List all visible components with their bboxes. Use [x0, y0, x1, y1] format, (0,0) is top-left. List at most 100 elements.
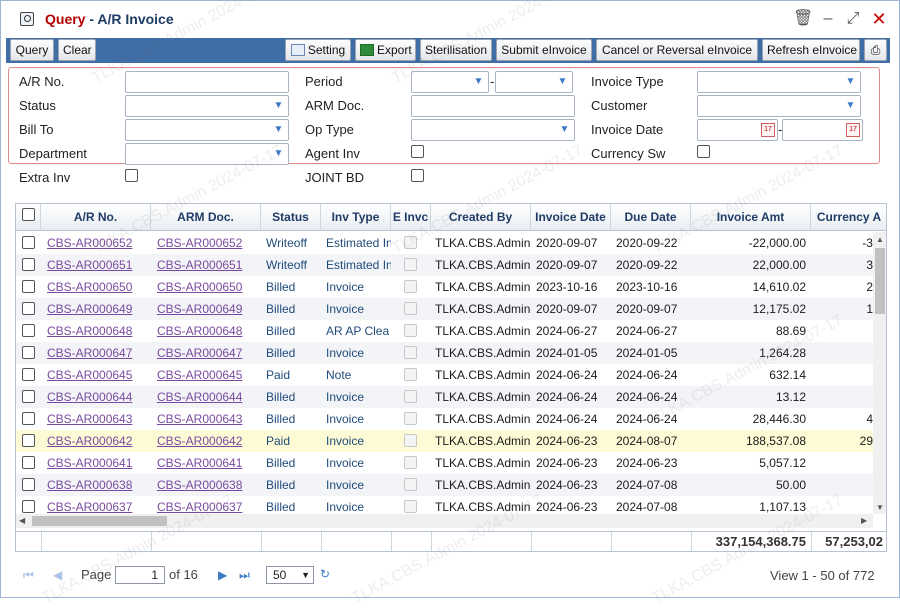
column-header-invoice-amt[interactable]: Invoice Amt — [691, 204, 811, 230]
ar-no-link[interactable]: CBS-AR000651 — [41, 254, 151, 276]
column-header-created-by[interactable]: Created By — [431, 204, 531, 230]
row-checkbox[interactable] — [22, 302, 35, 315]
print-button[interactable]: ⎙ — [864, 39, 887, 61]
op-type-select[interactable]: ▼ — [411, 119, 575, 141]
table-row[interactable]: CBS-AR000648 CBS-AR000648 Billed AR AP Clea… — [16, 320, 873, 342]
column-header-ar-no[interactable]: A/R No. — [41, 204, 151, 230]
arm-doc-link[interactable]: CBS-AR000642 — [151, 430, 261, 452]
last-page-icon[interactable]: ⏭ — [239, 568, 250, 583]
close-icon[interactable]: ✕ — [869, 9, 889, 29]
period-from-select[interactable]: ▼ — [411, 71, 489, 93]
cancel-reversal-einvoice-button[interactable]: Cancel or Reversal eInvoice — [596, 39, 758, 61]
row-checkbox[interactable] — [22, 434, 35, 447]
maximize-icon[interactable]: ⤢ — [843, 9, 863, 29]
first-page-icon[interactable]: ⏮ — [23, 568, 34, 583]
ar-no-link[interactable]: CBS-AR000650 — [41, 276, 151, 298]
period-to-select[interactable]: ▼ — [495, 71, 573, 93]
arm-doc-link[interactable]: CBS-AR000647 — [151, 342, 261, 364]
row-checkbox[interactable] — [22, 236, 35, 249]
row-checkbox[interactable] — [22, 324, 35, 337]
scroll-right-icon[interactable]: ▶ — [861, 516, 867, 525]
invoice-type-select[interactable]: ▼ — [697, 71, 861, 93]
row-checkbox[interactable] — [22, 478, 35, 491]
currency-sw-checkbox[interactable] — [697, 145, 710, 158]
column-header-status[interactable]: Status — [261, 204, 321, 230]
row-checkbox[interactable] — [22, 390, 35, 403]
scroll-down-icon[interactable]: ▼ — [876, 503, 884, 512]
setting-button[interactable]: Setting — [285, 39, 351, 61]
table-row[interactable]: CBS-AR000641 CBS-AR000641 Billed Invoice TLK… — [16, 452, 883, 474]
arm-doc-input[interactable] — [411, 95, 575, 117]
arm-doc-link[interactable]: CBS-AR000641 — [151, 452, 261, 474]
prev-page-icon[interactable]: ◀ — [53, 568, 62, 582]
extra-inv-checkbox[interactable] — [125, 169, 138, 182]
column-header-e-invc[interactable]: E Invc — [391, 204, 431, 230]
select-all-checkbox[interactable] — [22, 208, 35, 221]
table-row[interactable]: CBS-AR000643 CBS-AR000643 Billed Invoice TLK… — [16, 408, 883, 430]
table-row[interactable]: CBS-AR000649 CBS-AR000649 Billed Invoice TLK… — [16, 298, 883, 320]
joint-bd-checkbox[interactable] — [411, 169, 424, 182]
ar-no-link[interactable]: CBS-AR000642 — [41, 430, 151, 452]
table-row[interactable]: CBS-AR000644 CBS-AR000644 Billed Invoice TLK… — [16, 386, 873, 408]
ar-no-link[interactable]: CBS-AR000638 — [41, 474, 151, 496]
submit-einvoice-button[interactable]: Submit eInvoice — [496, 39, 592, 61]
horizontal-scrollbar[interactable]: ◀ ▶ — [16, 514, 873, 528]
department-select[interactable]: ▼ — [125, 143, 289, 165]
arm-doc-link[interactable]: CBS-AR000638 — [151, 474, 261, 496]
horizontal-scroll-thumb[interactable] — [32, 516, 167, 526]
trash-icon[interactable]: 🗑 — [793, 9, 813, 29]
refresh-icon[interactable]: ↻ — [320, 567, 330, 581]
table-row[interactable]: CBS-AR000647 CBS-AR000647 Billed Invoice TLK… — [16, 342, 883, 364]
ar-no-input[interactable] — [125, 71, 289, 93]
ar-no-link[interactable]: CBS-AR000648 — [41, 320, 151, 342]
scroll-up-icon[interactable]: ▲ — [876, 235, 884, 244]
refresh-einvoice-button[interactable]: Refresh eInvoice — [762, 39, 860, 61]
row-checkbox[interactable] — [22, 456, 35, 469]
arm-doc-link[interactable]: CBS-AR000652 — [151, 232, 261, 254]
scroll-left-icon[interactable]: ◀ — [19, 516, 25, 525]
column-header-invoice-date[interactable]: Invoice Date — [531, 204, 611, 230]
arm-doc-link[interactable]: CBS-AR000649 — [151, 298, 261, 320]
ar-no-link[interactable]: CBS-AR000644 — [41, 386, 151, 408]
column-header-currency-amt[interactable]: Currency A — [811, 204, 886, 230]
invoice-date-to-input[interactable]: 17 — [782, 119, 863, 141]
table-row[interactable]: CBS-AR000638 CBS-AR000638 Billed Invoice TLK… — [16, 474, 873, 496]
ar-no-link[interactable]: CBS-AR000647 — [41, 342, 151, 364]
row-checkbox[interactable] — [22, 368, 35, 381]
vertical-scroll-thumb[interactable] — [875, 248, 885, 314]
table-row[interactable]: CBS-AR000650 CBS-AR000650 Billed Invoice TLK… — [16, 276, 883, 298]
row-checkbox[interactable] — [22, 500, 35, 513]
column-header-inv-type[interactable]: Inv Type — [321, 204, 391, 230]
arm-doc-link[interactable]: CBS-AR000650 — [151, 276, 261, 298]
agent-inv-checkbox[interactable] — [411, 145, 424, 158]
calendar-icon[interactable]: 17 — [761, 123, 775, 137]
arm-doc-link[interactable]: CBS-AR000644 — [151, 386, 261, 408]
query-button[interactable]: Query — [10, 39, 54, 61]
page-size-select[interactable]: 50 ▼ — [266, 566, 314, 584]
table-row[interactable]: CBS-AR000642 CBS-AR000642 Paid Invoice TLKA.… — [16, 430, 883, 452]
page-input[interactable]: 1 — [115, 566, 165, 584]
calendar-icon[interactable]: 17 — [846, 123, 860, 137]
bill-to-select[interactable]: ▼ — [125, 119, 289, 141]
row-checkbox[interactable] — [22, 280, 35, 293]
row-checkbox[interactable] — [22, 346, 35, 359]
column-header-due-date[interactable]: Due Date — [611, 204, 691, 230]
ar-no-link[interactable]: CBS-AR000643 — [41, 408, 151, 430]
row-checkbox[interactable] — [22, 258, 35, 271]
arm-doc-link[interactable]: CBS-AR000648 — [151, 320, 261, 342]
invoice-date-from-input[interactable]: 17 — [697, 119, 778, 141]
minimize-icon[interactable]: – — [818, 9, 838, 29]
arm-doc-link[interactable]: CBS-AR000651 — [151, 254, 261, 276]
ar-no-link[interactable]: CBS-AR000652 — [41, 232, 151, 254]
table-row[interactable]: CBS-AR000651 CBS-AR000651 Writeoff Estimate… — [16, 254, 883, 276]
ar-no-link[interactable]: CBS-AR000649 — [41, 298, 151, 320]
ar-no-link[interactable]: CBS-AR000641 — [41, 452, 151, 474]
status-select[interactable]: ▼ — [125, 95, 289, 117]
arm-doc-link[interactable]: CBS-AR000643 — [151, 408, 261, 430]
row-checkbox[interactable] — [22, 412, 35, 425]
customer-select[interactable]: ▼ — [697, 95, 861, 117]
arm-doc-link[interactable]: CBS-AR000645 — [151, 364, 261, 386]
vertical-scrollbar[interactable]: ▲ ▼ — [873, 232, 886, 514]
export-button[interactable]: Export — [355, 39, 416, 61]
column-header-arm-doc[interactable]: ARM Doc. — [151, 204, 261, 230]
